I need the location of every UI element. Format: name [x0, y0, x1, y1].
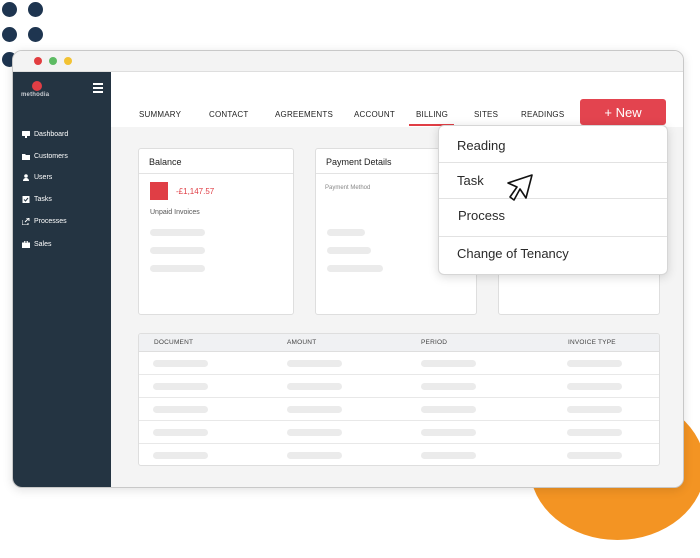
- column-header-document[interactable]: DOCUMENT: [154, 339, 193, 346]
- placeholder-bar: [327, 265, 383, 272]
- column-header-amount[interactable]: AMOUNT: [287, 339, 316, 346]
- payment-method-label: Payment Method: [325, 185, 371, 191]
- sidebar-item-label: Sales: [34, 240, 52, 248]
- menu-item-task[interactable]: Task: [439, 173, 667, 188]
- table-row[interactable]: [139, 421, 659, 444]
- maximize-window-dot[interactable]: [64, 57, 72, 65]
- new-button[interactable]: + New: [580, 99, 666, 125]
- close-window-dot[interactable]: [34, 57, 42, 65]
- checkbox-icon: [22, 195, 30, 203]
- methodia-logo-icon: [32, 81, 42, 91]
- sidebar-item-label: Users: [34, 173, 53, 181]
- menu-separator: [439, 198, 667, 199]
- hamburger-menu-icon[interactable]: [93, 83, 103, 95]
- sidebar-item-label: Processes: [34, 217, 67, 225]
- tab-contact[interactable]: CONTACT: [209, 110, 248, 119]
- menu-separator: [439, 236, 667, 237]
- sidebar-item-customers[interactable]: Customers: [22, 150, 68, 162]
- new-dropdown-menu: Reading Task Process Change of Tenancy: [438, 125, 668, 275]
- balance-status-swatch: [150, 182, 168, 200]
- placeholder-bar: [327, 229, 365, 236]
- table-header: DOCUMENT AMOUNT PERIOD INVOICE TYPE: [139, 334, 659, 352]
- sidebar-item-tasks[interactable]: Tasks: [22, 193, 52, 205]
- table-row[interactable]: [139, 398, 659, 421]
- tab-readings[interactable]: READINGS: [521, 110, 564, 119]
- balance-card-title: Balance: [149, 157, 182, 167]
- sidebar-item-dashboard[interactable]: Dashboard: [22, 128, 68, 140]
- sidebar-item-processes[interactable]: Processes: [21, 215, 67, 227]
- menu-item-process[interactable]: Process: [439, 208, 667, 223]
- column-header-invoice-type[interactable]: INVOICE TYPE: [568, 339, 616, 346]
- logo-text: methodia: [21, 92, 50, 98]
- decor-dot: [28, 2, 43, 17]
- placeholder-bar: [150, 247, 205, 254]
- user-icon: [22, 173, 30, 181]
- folder-icon: [22, 153, 30, 160]
- placeholder-bar: [150, 265, 205, 272]
- monitor-icon: [22, 130, 30, 138]
- balance-amount: -£1,147.57: [176, 187, 215, 196]
- unpaid-invoices-label: Unpaid Invoices: [150, 209, 200, 216]
- tab-sites[interactable]: SITES: [474, 110, 498, 119]
- decor-dot: [28, 27, 43, 42]
- sidebar-item-label: Customers: [34, 152, 68, 160]
- minimize-window-dot[interactable]: [49, 57, 57, 65]
- tab-billing[interactable]: BILLING: [416, 110, 448, 119]
- table-row[interactable]: [139, 352, 659, 375]
- table-row[interactable]: [139, 444, 659, 465]
- payment-card-title: Payment Details: [326, 157, 392, 167]
- placeholder-bar: [150, 229, 205, 236]
- sidebar-item-users[interactable]: Users: [22, 171, 52, 183]
- tab-agreements[interactable]: AGREEMENTS: [275, 110, 333, 119]
- column-header-period[interactable]: PERIOD: [421, 339, 447, 346]
- table-row[interactable]: [139, 375, 659, 398]
- sidebar-item-label: Tasks: [34, 195, 52, 203]
- menu-item-reading[interactable]: Reading: [439, 138, 667, 153]
- sidebar-item-label: Dashboard: [34, 130, 69, 138]
- export-icon: [21, 217, 30, 225]
- invoice-table: DOCUMENT AMOUNT PERIOD INVOICE TYPE: [138, 333, 660, 466]
- decor-dot: [2, 2, 17, 17]
- sidebar: methodia Dashboard Customers Users Tasks…: [13, 72, 111, 487]
- window-titlebar: [13, 51, 683, 72]
- sidebar-item-sales[interactable]: Sales: [22, 238, 52, 250]
- mouse-pointer-icon: [507, 174, 533, 201]
- decor-dot: [2, 27, 17, 42]
- tab-bar: SUMMARY CONTACT AGREEMENTS ACCOUNT BILLI…: [111, 72, 683, 127]
- menu-item-change-of-tenancy[interactable]: Change of Tenancy: [439, 246, 667, 261]
- placeholder-bar: [327, 247, 371, 254]
- stage: methodia Dashboard Customers Users Tasks…: [0, 0, 700, 558]
- tab-summary[interactable]: SUMMARY: [139, 110, 181, 119]
- menu-separator: [439, 162, 667, 163]
- briefcase-icon: [22, 240, 30, 248]
- balance-card: Balance -£1,147.57 Unpaid Invoices: [138, 148, 294, 315]
- card-divider: [139, 173, 293, 174]
- tab-account[interactable]: ACCOUNT: [354, 110, 395, 119]
